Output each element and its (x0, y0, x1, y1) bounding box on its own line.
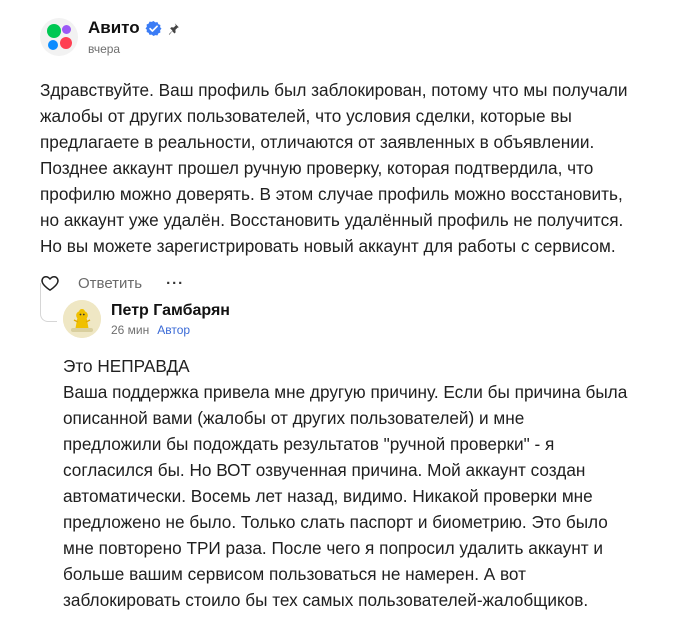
pin-icon (167, 22, 180, 35)
avito-logo-blue-dot (48, 40, 58, 50)
comment-actions: Ответить ··· (40, 271, 680, 295)
reply-thread-line (40, 283, 57, 322)
reply-button[interactable]: Ответить (78, 275, 142, 292)
avito-logo-avatar[interactable] (40, 18, 78, 56)
reply-text: Это НЕПРАВДА Ваша поддержка привела мне … (63, 356, 628, 610)
reply-header: Петр Гамбарян 26 мин Автор (63, 300, 663, 338)
author-row: Авито (88, 18, 180, 38)
comment: Авито вчера Здравствуйте. Ваш профиль бы… (40, 18, 680, 295)
author-name[interactable]: Авито (88, 18, 140, 38)
author-badge: Автор (157, 322, 191, 337)
avito-logo-green-dot (47, 24, 61, 38)
author-block: Авито вчера (88, 18, 180, 56)
comment-header: Авито вчера (40, 18, 680, 56)
more-options-button[interactable]: ··· (166, 275, 184, 292)
avito-logo-purple-dot (62, 25, 71, 34)
comment-text: Здравствуйте. Ваш профиль был заблокиров… (40, 80, 628, 256)
reply-meta: 26 мин Автор (111, 323, 230, 337)
user-avatar[interactable] (63, 300, 101, 338)
reply-comment: Петр Гамбарян 26 мин Автор Это НЕПРАВДА … (63, 300, 663, 613)
comment-time: вчера (88, 42, 121, 56)
reply-author-name[interactable]: Петр Гамбарян (111, 302, 230, 320)
verified-badge-icon (145, 20, 162, 37)
reply-author-block: Петр Гамбарян 26 мин Автор (111, 302, 230, 337)
reply-time: 26 мин (111, 322, 150, 337)
avito-logo-red-dot (60, 37, 72, 49)
